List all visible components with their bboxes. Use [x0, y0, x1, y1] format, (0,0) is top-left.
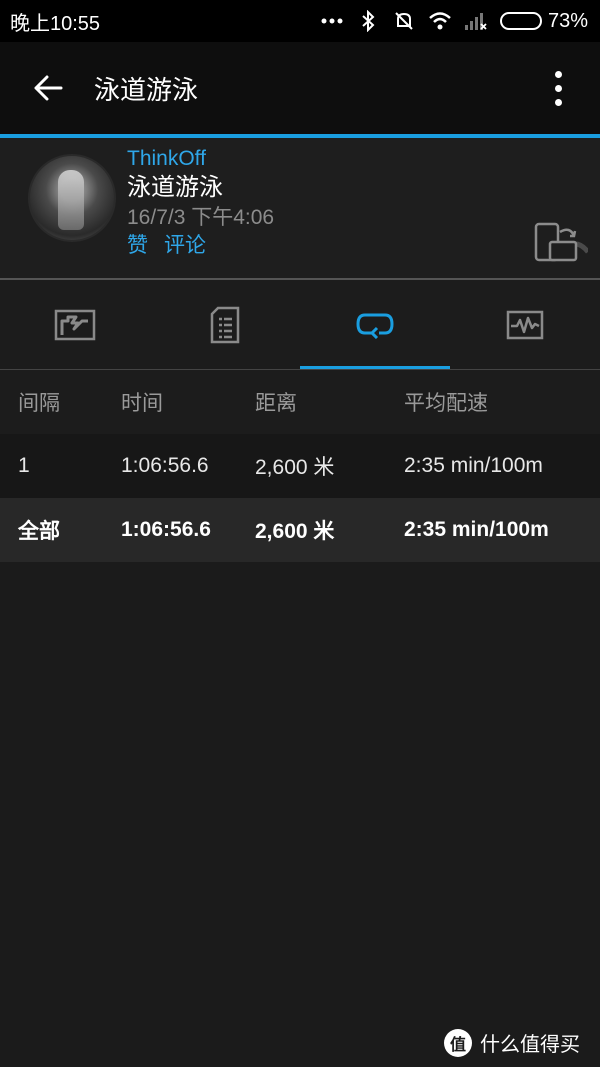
column-header-interval: 间隔	[18, 392, 60, 415]
watermark-text: 什么值得买	[480, 1034, 580, 1056]
battery-percent: 73%	[547, 9, 588, 32]
menu-dot	[554, 98, 562, 106]
activity-date: 16/7/3	[127, 206, 186, 229]
bluetooth-icon	[356, 9, 380, 33]
column-header-time: 时间	[121, 392, 163, 415]
details-list-icon	[210, 306, 240, 344]
total-label: 全部	[18, 520, 60, 543]
status-time: 晚上10:55	[10, 12, 101, 35]
avatar-figure	[58, 170, 84, 230]
activity-time: 下午4:06	[191, 206, 275, 229]
app-bar: 泳道游泳	[0, 42, 600, 134]
watermark: 值 什么值得买	[444, 1028, 580, 1057]
overflow-menu-button[interactable]	[534, 56, 582, 120]
total-pace: 2:35 min/100m	[404, 518, 549, 541]
page-title: 泳道游泳	[94, 74, 199, 105]
like-button[interactable]: 赞	[127, 232, 148, 260]
table-header-row: 间隔 时间 距离 平均配速	[0, 370, 600, 434]
status-icons: 73%	[320, 9, 588, 33]
social-actions: 赞 评论	[127, 232, 274, 260]
tab-laps[interactable]	[300, 280, 450, 370]
more-dots-icon	[320, 9, 344, 33]
back-arrow-icon	[34, 75, 63, 101]
cell-time: 1:06:56.6	[121, 454, 209, 477]
total-distance: 2,600 米	[255, 520, 335, 543]
chart-icon	[506, 310, 544, 340]
column-header-distance: 距离	[255, 392, 297, 415]
tab-bar	[0, 280, 600, 370]
activity-info: ThinkOff 泳道游泳 16/7/3 下午4:06 赞 评论	[127, 146, 274, 260]
tab-details[interactable]	[150, 280, 300, 370]
cell-interval: 1	[18, 454, 30, 477]
cell-pace: 2:35 min/100m	[404, 454, 543, 477]
total-time: 1:06:56.6	[121, 518, 211, 541]
laps-loop-icon	[356, 313, 394, 339]
battery-indicator: 73%	[499, 9, 588, 33]
mute-icon	[392, 9, 416, 33]
summary-map-icon	[54, 309, 96, 341]
activity-type: 泳道游泳	[127, 174, 223, 201]
status-bar: 晚上10:55 73%	[0, 0, 600, 42]
menu-dot	[554, 70, 562, 78]
wifi-icon	[428, 9, 452, 33]
share-device-icon	[534, 222, 590, 262]
username-link[interactable]: ThinkOff	[127, 146, 274, 172]
watermark-logo-icon: 值	[444, 1028, 472, 1057]
share-button[interactable]	[530, 216, 590, 268]
cell-distance: 2,600 米	[255, 456, 335, 479]
laps-table: 间隔 时间 距离 平均配速 1 1:06:56.6 2,600 米 2:35 m…	[0, 370, 600, 562]
menu-dot	[554, 84, 562, 92]
signal-icon	[464, 9, 488, 33]
tab-summary[interactable]	[0, 280, 150, 370]
column-header-pace: 平均配速	[404, 392, 488, 415]
activity-header: ThinkOff 泳道游泳 16/7/3 下午4:06 赞 评论	[0, 138, 600, 278]
table-total-row: 全部 1:06:56.6 2,600 米 2:35 min/100m	[0, 498, 600, 562]
table-row[interactable]: 1 1:06:56.6 2,600 米 2:35 min/100m	[0, 434, 600, 498]
battery-icon	[499, 12, 542, 30]
back-button[interactable]	[16, 56, 80, 120]
comment-button[interactable]: 评论	[164, 232, 206, 260]
activity-datetime: 16/7/3 下午4:06	[127, 204, 274, 232]
avatar[interactable]	[28, 154, 116, 242]
tab-charts[interactable]	[450, 280, 600, 370]
